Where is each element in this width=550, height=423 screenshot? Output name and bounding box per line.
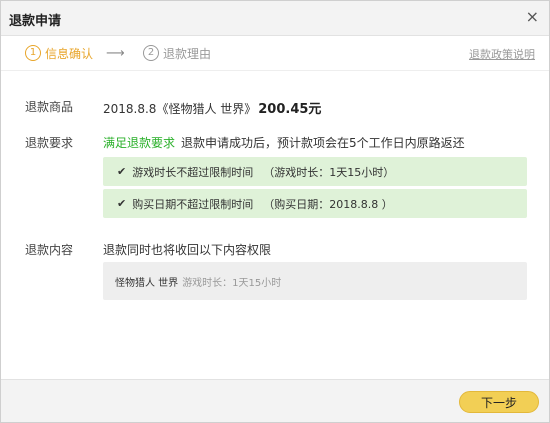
requirements-label: 退款要求 bbox=[25, 136, 74, 150]
content-game-name: 怪物猎人 世界 bbox=[115, 277, 179, 289]
refund-policy-link[interactable]: 退款政策说明 bbox=[469, 46, 535, 62]
requirement-check-playtime: ✔ 游戏时长不超过限制时间 （游戏时长：1天15小时） bbox=[103, 157, 527, 186]
requirements-status: 满足退款要求 bbox=[103, 136, 176, 150]
arrow-right-icon: ⟶ bbox=[106, 46, 125, 61]
step-2: 2 退款理由 bbox=[143, 44, 211, 62]
product-name: 2018.8.8《怪物猎人 世界》 bbox=[103, 102, 257, 116]
step-2-number: 2 bbox=[143, 45, 159, 61]
content-playtime: 游戏时长：1天15小时 bbox=[182, 277, 282, 289]
requirements-note: 退款申请成功后，预计款项会在5个工作日内原路返还 bbox=[181, 136, 465, 150]
close-icon[interactable]: × bbox=[526, 7, 539, 27]
check-text: 游戏时长不超过限制时间 bbox=[132, 165, 254, 179]
step-2-label: 退款理由 bbox=[163, 46, 212, 61]
check-detail: （购买日期：2018.8.8 ） bbox=[263, 197, 393, 211]
revoked-content-item: 怪物猎人 世界 游戏时长：1天15小时 bbox=[103, 262, 527, 300]
content-label: 退款内容 bbox=[25, 243, 74, 257]
step-1-number: 1 bbox=[25, 45, 41, 61]
product-info: 2018.8.8《怪物猎人 世界》 200.45元 bbox=[103, 98, 321, 117]
product-price: 200.45元 bbox=[258, 102, 322, 117]
check-text: 购买日期不超过限制时间 bbox=[132, 197, 254, 211]
step-indicator: 1 信息确认 ⟶ 2 退款理由 退款政策说明 bbox=[1, 36, 549, 71]
step-1: 1 信息确认 bbox=[25, 44, 93, 62]
title-bar: 退款申请 × bbox=[1, 1, 549, 36]
check-icon: ✔ bbox=[117, 165, 127, 178]
product-label: 退款商品 bbox=[25, 100, 74, 114]
check-icon: ✔ bbox=[117, 197, 127, 210]
requirements-info: 满足退款要求 退款申请成功后，预计款项会在5个工作日内原路返还 bbox=[103, 134, 465, 151]
dialog-title: 退款申请 bbox=[9, 14, 62, 29]
check-detail: （游戏时长：1天15小时） bbox=[263, 165, 395, 179]
step-1-label: 信息确认 bbox=[45, 46, 94, 61]
content-description: 退款同时也将收回以下内容权限 bbox=[103, 243, 272, 257]
next-button[interactable]: 下一步 bbox=[459, 391, 539, 413]
footer-bar: 下一步 bbox=[1, 379, 549, 422]
refund-dialog: 退款申请 × 1 信息确认 ⟶ 2 退款理由 退款政策说明 退款商品 2018.… bbox=[0, 0, 550, 423]
requirement-check-purchase-date: ✔ 购买日期不超过限制时间 （购买日期：2018.8.8 ） bbox=[103, 189, 527, 218]
